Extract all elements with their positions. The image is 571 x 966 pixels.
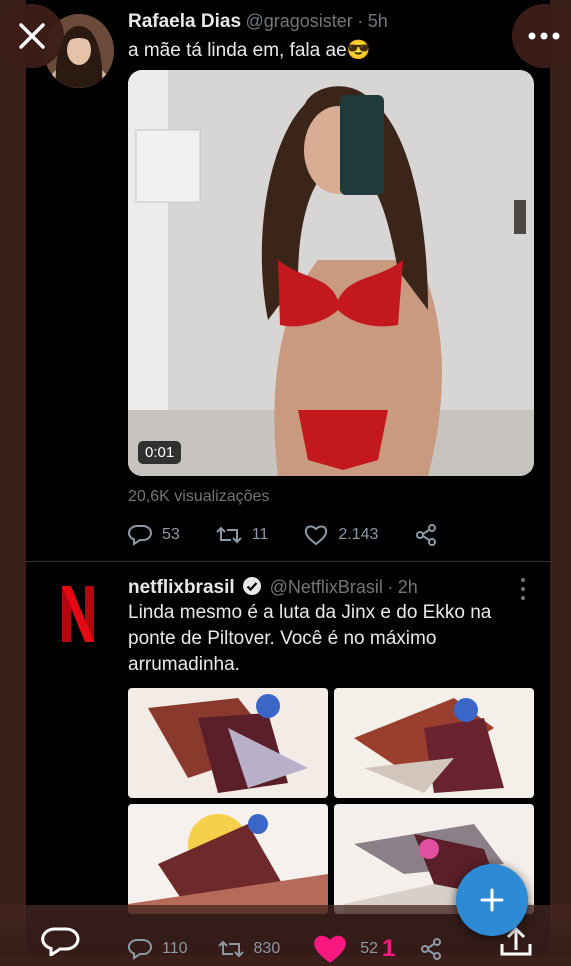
tweet2-handle[interactable]: @NetflixBrasil xyxy=(270,577,383,597)
tweet1-reply-button[interactable]: 53 xyxy=(128,524,180,546)
tweet2-like-count: 52 xyxy=(360,940,379,957)
tweet2-share-button[interactable] xyxy=(419,938,453,960)
reply-icon xyxy=(128,938,152,960)
share-icon xyxy=(421,938,442,960)
tweet1-retweet-count: 11 xyxy=(251,526,269,543)
tweet1-share-button[interactable] xyxy=(414,524,448,546)
tweet1-actions: 53 11 2.143 xyxy=(128,524,484,546)
tweet2-text: Linda mesmo é a luta da Jinx e do Ekko n… xyxy=(128,602,492,675)
retweet-icon xyxy=(217,940,244,958)
tweet1-retweet-button[interactable]: 11 xyxy=(216,524,269,546)
tweet2-time[interactable]: 2h xyxy=(398,577,418,597)
reply-icon xyxy=(41,927,80,958)
tweet2-image-3[interactable] xyxy=(128,804,328,914)
verified-icon xyxy=(242,576,262,601)
netflix-logo-avatar[interactable] xyxy=(58,584,98,644)
more-options-button[interactable] xyxy=(512,4,571,68)
tweet1-time[interactable]: 5h xyxy=(368,11,388,31)
like-icon xyxy=(305,525,328,546)
tweet1-text: a mãe tá linda em, fala ae😎 xyxy=(128,40,371,61)
tweet1-handle[interactable]: @gragosister xyxy=(245,11,352,31)
tweet2-header: netflixbrasil @NetflixBrasil · 2h xyxy=(128,576,418,601)
tweet2-image-1[interactable] xyxy=(128,688,328,798)
bottom-reply-button[interactable] xyxy=(40,926,80,961)
tweet2-reply-button[interactable]: 110 xyxy=(128,938,188,960)
tweet2-actions: 110 830 52 1 xyxy=(128,932,479,966)
plus-icon xyxy=(480,888,504,912)
close-icon xyxy=(19,23,45,49)
tweet1-like-count: 2.143 xyxy=(338,526,379,543)
tweet2-image-2[interactable] xyxy=(334,688,534,798)
share-icon xyxy=(416,524,437,546)
tweet2-reply-count: 110 xyxy=(162,940,188,957)
more-icon xyxy=(528,32,560,40)
video-timestamp: 0:01 xyxy=(138,441,182,464)
tweet1-reply-count: 53 xyxy=(162,526,180,543)
tweet1-header: Rafaela Dias @gragosister · 5h xyxy=(128,11,388,33)
tweet1-separator: · xyxy=(357,11,364,31)
close-button[interactable] xyxy=(0,4,64,68)
like-icon xyxy=(314,935,346,963)
tweet2-display-name[interactable]: netflixbrasil xyxy=(128,577,235,598)
reply-icon xyxy=(128,524,152,546)
tweet1-display-name[interactable]: Rafaela Dias xyxy=(128,11,241,32)
tweet1-like-button[interactable]: 2.143 xyxy=(304,524,378,546)
tweet2-more-icon[interactable] xyxy=(514,576,532,602)
retweet-icon xyxy=(216,526,242,544)
tweet-divider xyxy=(26,561,550,562)
tweet2-retweet-button[interactable]: 830 xyxy=(217,938,281,960)
tweet1-video[interactable]: 0:01 xyxy=(128,70,534,476)
bottom-like-count-partial: 1 xyxy=(382,935,396,962)
tweet2-like-button[interactable]: 52 1 xyxy=(310,932,395,966)
compose-button[interactable] xyxy=(456,864,528,936)
tweet2-separator: · xyxy=(387,577,394,597)
tweet1-views: 20,6K visualizações xyxy=(128,488,270,505)
tweet2-retweet-count: 830 xyxy=(253,940,281,957)
